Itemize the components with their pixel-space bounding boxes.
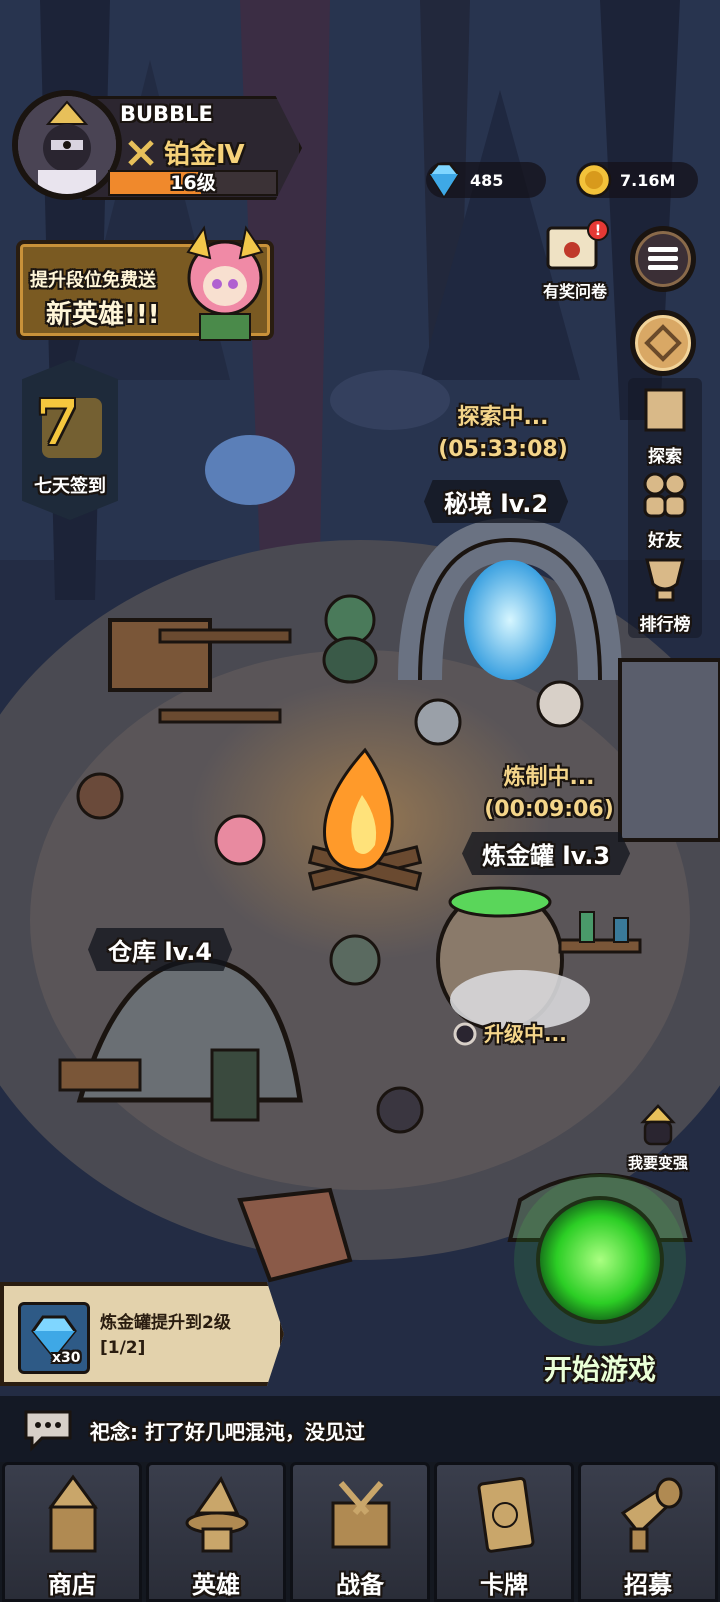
quest-progress: [1/2]: [100, 1338, 146, 1358]
promo-line-2: 新英雄!!!: [46, 300, 160, 330]
secret-realm-status: 探索中... (05:33:08): [428, 402, 578, 466]
svg-text:!: !: [595, 223, 601, 239]
nav-tab-shop[interactable]: 商店: [2, 1462, 142, 1602]
rank-label: 铂金Ⅳ: [164, 140, 245, 170]
helmet-crown-icon: [640, 1104, 676, 1146]
signin-label: 七天签到: [34, 476, 106, 497]
hero-icon: [185, 1476, 249, 1553]
hero-portrait-icon: [186, 225, 264, 341]
alchemy-upgrade-text: 升级中...: [484, 1022, 567, 1046]
rank-promo-banner[interactable]: 提升段位免费送 新英雄!!!: [16, 225, 274, 341]
recruit-icon: [620, 1477, 683, 1553]
survey-button[interactable]: ! 有奖问卷: [532, 218, 618, 302]
nav-label-hero: 英雄: [192, 1571, 240, 1599]
nav-label-equipment: 战备: [336, 1571, 384, 1599]
friends-icon: [643, 472, 687, 518]
explore-label: 探索: [648, 447, 682, 467]
seven-day-signin-button[interactable]: 7 七天签到: [22, 360, 118, 520]
start-game-label: 开始游戏: [543, 1353, 656, 1386]
target-emblem-icon: [644, 324, 682, 362]
friends-label: 好友: [648, 531, 682, 551]
level-label: 16级: [170, 172, 216, 194]
survey-scroll-icon: !: [546, 219, 609, 270]
signin-day-number: 7: [36, 386, 80, 459]
secret-realm-status-text: 探索中...: [457, 405, 549, 430]
secret-realm-timer: (05:33:08): [438, 437, 568, 462]
quest-reward-qty: x30: [52, 1350, 81, 1366]
target-button[interactable]: [630, 310, 696, 376]
nav-tab-hero[interactable]: 英雄: [146, 1462, 286, 1602]
bottom-nav: 商店 英雄 战备 卡牌 招募: [0, 1462, 720, 1602]
chat-message: 祀念: 打了好几吧混沌，没见过: [90, 1420, 365, 1444]
alchemy-label[interactable]: 炼金罐 lv.3: [462, 832, 631, 875]
ranking-label: 排行榜: [639, 615, 691, 635]
nav-tab-cards[interactable]: 卡牌: [434, 1462, 574, 1602]
player-profile[interactable]: BUBBLE 铂金Ⅳ 16级: [12, 90, 302, 202]
nav-label-recruit: 招募: [624, 1571, 672, 1599]
alchemy-upgrade-status: 升级中...: [452, 1018, 592, 1050]
chat-bubble-icon: [24, 1410, 72, 1452]
rank-row: 铂金Ⅳ: [126, 134, 245, 171]
equipment-icon: [331, 1481, 391, 1549]
menu-button[interactable]: [630, 226, 696, 292]
side-item-friends[interactable]: 好友: [628, 468, 702, 551]
promo-line-1: 提升段位免费送: [30, 270, 156, 291]
gold-amount: 7.16M: [620, 170, 676, 190]
crossed-swords-icon: [128, 139, 154, 166]
nav-tab-recruit[interactable]: 招募: [578, 1462, 718, 1602]
survey-label: 有奖问卷: [542, 282, 607, 301]
player-name: BUBBLE: [120, 102, 213, 126]
gem-counter[interactable]: 485: [426, 162, 546, 199]
avatar-portrait-icon: [18, 96, 116, 194]
explore-map-icon: [644, 388, 686, 432]
gold-coin-icon: [576, 162, 612, 198]
avatar[interactable]: [12, 90, 122, 200]
chat-bar[interactable]: 祀念: 打了好几吧混沌，没见过: [0, 1396, 720, 1462]
start-game-button[interactable]: 开始游戏: [500, 1150, 700, 1390]
alchemy-timer: (00:09:06): [484, 797, 614, 822]
nav-label-shop: 商店: [48, 1571, 96, 1599]
secret-realm-label[interactable]: 秘境 lv.2: [424, 480, 569, 523]
nav-label-cards: 卡牌: [480, 1571, 528, 1599]
side-item-ranking[interactable]: 排行榜: [628, 554, 702, 635]
trophy-icon: [645, 558, 685, 602]
warehouse-label[interactable]: 仓库 lv.4: [88, 928, 233, 971]
alchemy-status-text: 炼制中...: [503, 765, 595, 790]
diamond-icon: [428, 162, 460, 199]
level-bar: 16级: [108, 170, 278, 196]
alchemy-status: 炼制中... (00:09:06): [474, 762, 624, 826]
clock-icon: [453, 1022, 477, 1046]
card-icon: [477, 1477, 535, 1553]
gold-counter[interactable]: 7.16M: [576, 162, 698, 198]
nav-tab-equipment[interactable]: 战备: [290, 1462, 430, 1602]
gem-amount: 485: [470, 170, 504, 190]
side-item-explore[interactable]: 探索: [628, 384, 702, 467]
hamburger-menu-icon: [648, 247, 678, 270]
shop-icon: [48, 1474, 98, 1553]
quest-title: 炼金罐提升到2级: [100, 1313, 231, 1333]
quest-tracker[interactable]: x30 炼金罐提升到2级 [1/2]: [0, 1282, 284, 1386]
